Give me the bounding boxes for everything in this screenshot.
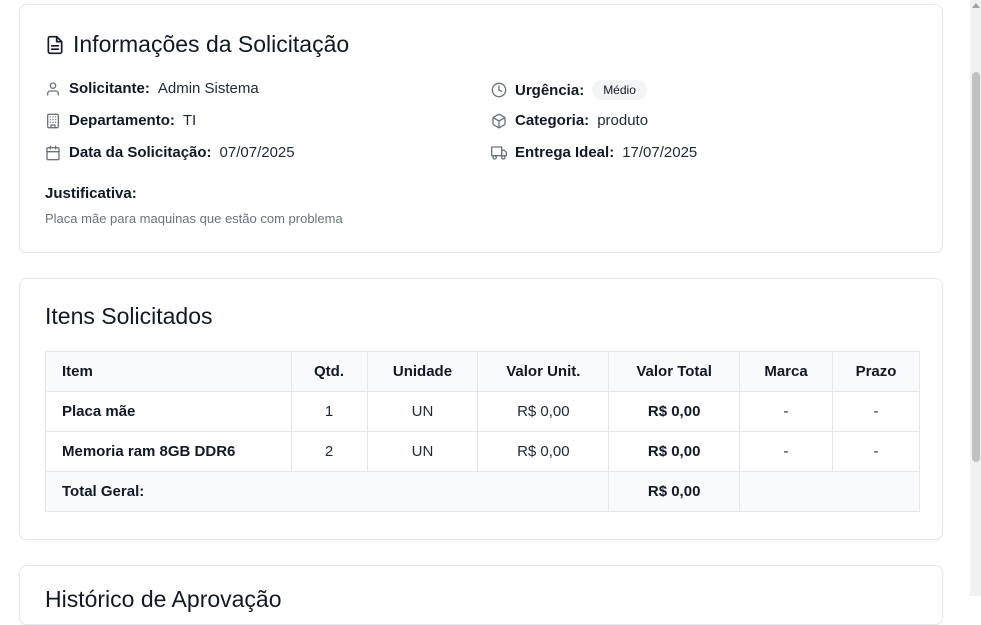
entrega-label: Entrega Ideal: xyxy=(515,144,615,161)
page-scrollbar[interactable] xyxy=(970,0,981,596)
items-card: Itens Solicitados Item Qtd. Unidade Valo… xyxy=(19,278,943,540)
table-row: Memoria ram 8GB DDR6 2 UN R$ 0,00 R$ 0,0… xyxy=(45,431,920,472)
data-solicitacao-value: 07/07/2025 xyxy=(219,144,295,161)
cell-valor-unit: R$ 0,00 xyxy=(477,391,610,432)
justificativa-text: Placa mãe para maquinas que estão com pr… xyxy=(45,211,343,226)
package-icon xyxy=(491,113,507,129)
scrollbar-thumb[interactable] xyxy=(972,72,980,462)
departamento-label: Departamento: xyxy=(69,112,175,129)
cell-marca: - xyxy=(739,391,833,432)
request-info-title: Informações da Solicitação xyxy=(45,31,349,58)
departamento-value: TI xyxy=(182,112,197,129)
cell-prazo: - xyxy=(832,391,920,432)
history-card: Histórico de Aprovação xyxy=(19,565,943,625)
urgencia-badge: Médio xyxy=(592,80,647,100)
column-header-unidade: Unidade xyxy=(366,351,479,392)
total-row: Total Geral: R$ 0,00 xyxy=(44,471,920,512)
urgencia-label: Urgência: xyxy=(515,81,585,99)
entrega-row: Entrega Ideal: 17/07/2025 xyxy=(491,144,697,161)
table-row: Placa mãe 1 UN R$ 0,00 R$ 0,00 - - xyxy=(45,391,920,432)
column-header-marca: Marca xyxy=(739,351,833,392)
calendar-icon xyxy=(45,145,61,161)
clock-icon xyxy=(491,82,507,98)
column-header-prazo: Prazo xyxy=(832,351,920,392)
cell-marca: - xyxy=(739,431,833,472)
cell-item: Memoria ram 8GB DDR6 xyxy=(45,431,292,472)
table-header-row: Item Qtd. Unidade Valor Unit. Valor Tota… xyxy=(45,351,920,392)
justificativa-label: Justificativa: xyxy=(45,185,137,202)
urgencia-row: Urgência: Médio xyxy=(491,80,647,100)
cell-unidade: UN xyxy=(366,431,479,472)
user-icon xyxy=(45,81,61,97)
cell-item: Placa mãe xyxy=(45,391,292,432)
truck-icon xyxy=(491,145,507,161)
total-label: Total Geral: xyxy=(44,471,610,512)
cell-valor-total: R$ 0,00 xyxy=(608,391,741,432)
data-solicitacao-row: Data da Solicitação: 07/07/2025 xyxy=(45,144,295,161)
solicitante-value: Admin Sistema xyxy=(157,80,259,97)
categoria-label: Categoria: xyxy=(515,112,590,129)
cell-valor-total: R$ 0,00 xyxy=(608,431,741,472)
items-table: Item Qtd. Unidade Valor Unit. Valor Tota… xyxy=(44,351,920,512)
column-header-item: Item xyxy=(45,351,292,392)
column-header-qtd: Qtd. xyxy=(290,351,368,392)
cell-valor-unit: R$ 0,00 xyxy=(477,431,610,472)
cell-unidade: UN xyxy=(366,391,479,432)
request-info-card: Informações da Solicitação Solicitante: … xyxy=(19,4,943,253)
total-value: R$ 0,00 xyxy=(608,471,741,512)
cell-qtd: 1 xyxy=(290,391,368,432)
column-header-valor-unit: Valor Unit. xyxy=(477,351,610,392)
categoria-row: Categoria: produto xyxy=(491,112,648,129)
entrega-value: 17/07/2025 xyxy=(622,144,698,161)
items-title: Itens Solicitados xyxy=(45,303,213,329)
document-icon xyxy=(45,35,65,55)
cell-qtd: 2 xyxy=(290,431,368,472)
column-header-valor-total: Valor Total xyxy=(608,351,741,392)
departamento-row: Departamento: TI xyxy=(45,112,196,129)
building-icon xyxy=(45,113,61,129)
solicitante-row: Solicitante: Admin Sistema xyxy=(45,80,259,97)
solicitante-label: Solicitante: xyxy=(69,80,150,97)
categoria-value: produto xyxy=(597,112,649,129)
scroll-up-arrow-icon[interactable] xyxy=(972,3,980,8)
total-empty-cell xyxy=(739,471,920,512)
cell-prazo: - xyxy=(832,431,920,472)
request-info-title-text: Informações da Solicitação xyxy=(73,31,350,57)
history-title: Histórico de Aprovação xyxy=(45,586,282,612)
data-solicitacao-label: Data da Solicitação: xyxy=(69,144,212,161)
